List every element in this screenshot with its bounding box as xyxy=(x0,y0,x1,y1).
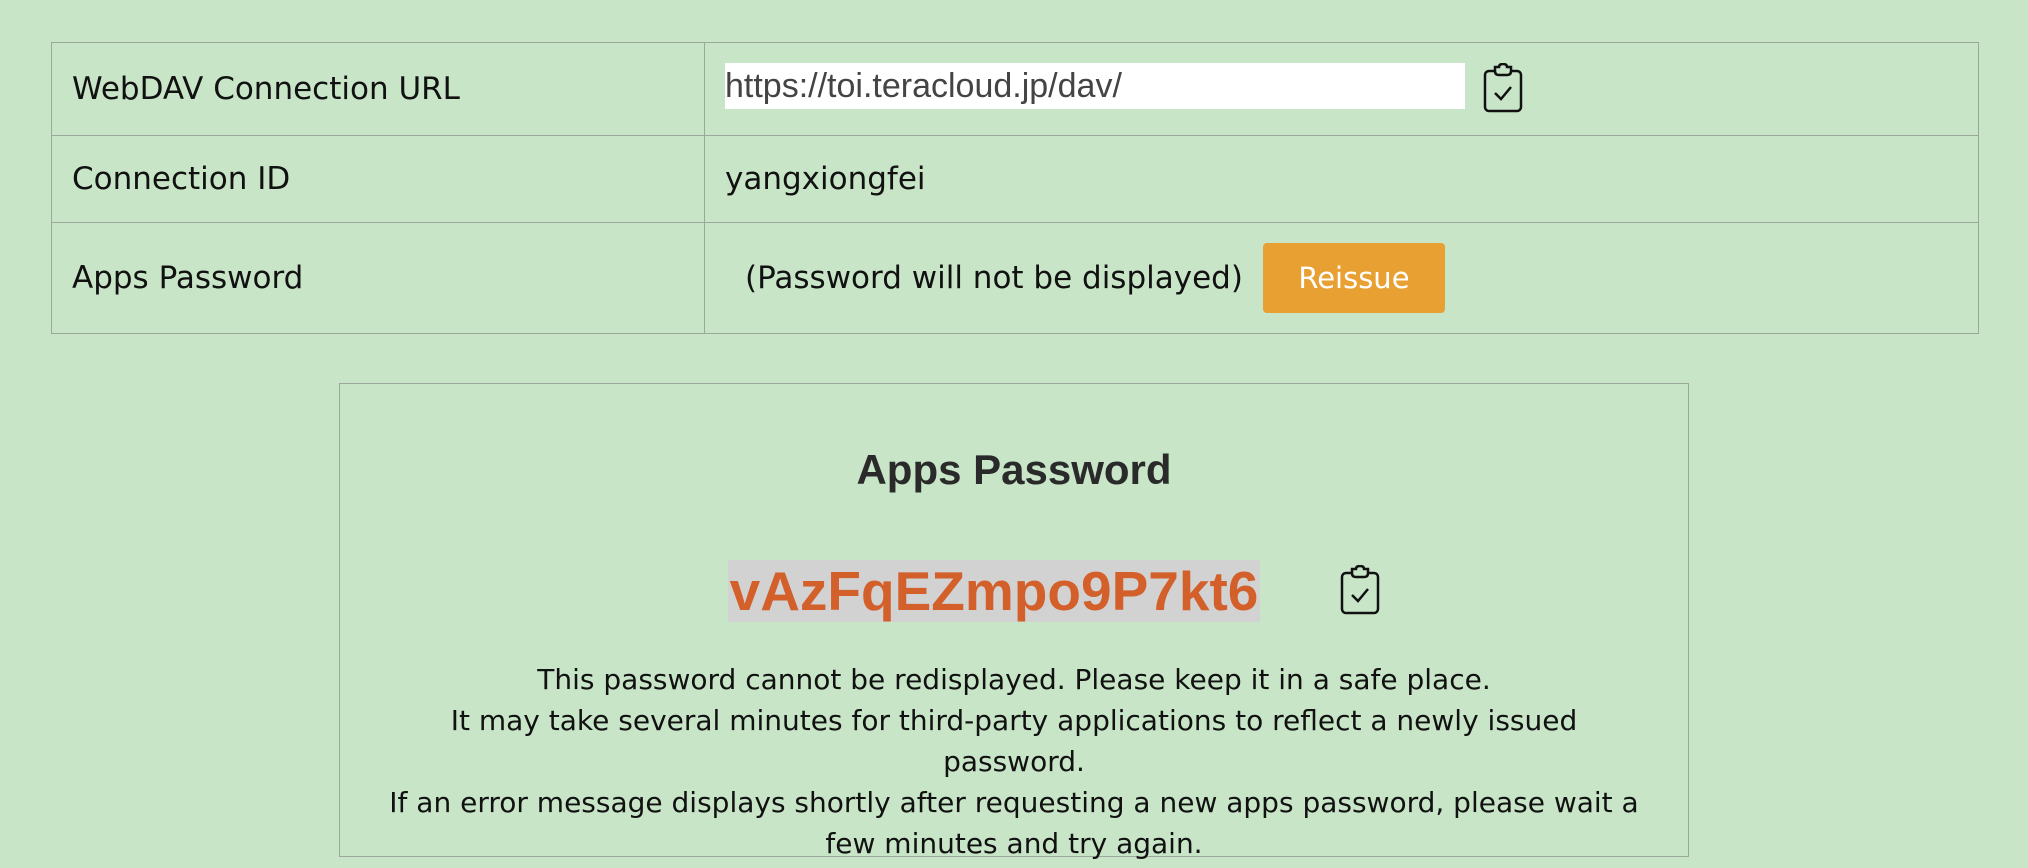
webdav-url-field[interactable] xyxy=(725,63,1465,109)
password-row: vAzFqEZmpo9P7kt6 xyxy=(340,560,1688,622)
apps-password-cell: (Password will not be displayed) Reissue xyxy=(704,222,1979,334)
account-info-table: WebDAV Connection URL Connection ID yang… xyxy=(51,42,1979,334)
clipboard-check-icon xyxy=(1483,62,1523,116)
copy-url-button[interactable] xyxy=(1483,62,1523,116)
connection-id-label: Connection ID xyxy=(51,135,705,223)
notice-line: It may take several minutes for third-pa… xyxy=(450,704,1578,778)
apps-password-label: Apps Password xyxy=(51,222,705,334)
url-value-cell xyxy=(704,42,1979,136)
reissue-button[interactable]: Reissue xyxy=(1262,243,1445,313)
password-hidden-note: (Password will not be displayed) xyxy=(745,260,1243,296)
table-row: WebDAV Connection URL xyxy=(51,42,1979,136)
panel-title: Apps Password xyxy=(856,446,1172,493)
table-row: Connection ID yangxiongfei xyxy=(51,135,1979,223)
table-row: Apps Password (Password will not be disp… xyxy=(51,222,1979,334)
apps-password-panel: Apps Password vAzFqEZmpo9P7kt6 This pass… xyxy=(339,383,1689,860)
notice-line: If an error message displays shortly aft… xyxy=(389,786,1639,860)
generated-password[interactable]: vAzFqEZmpo9P7kt6 xyxy=(727,560,1261,622)
connection-id-value: yangxiongfei xyxy=(704,135,1979,223)
notice-line: This password cannot be redisplayed. Ple… xyxy=(537,663,1491,696)
copy-password-button[interactable] xyxy=(1340,564,1380,618)
url-label: WebDAV Connection URL xyxy=(51,42,705,136)
clipboard-check-icon xyxy=(1340,564,1380,618)
password-notice: This password cannot be redisplayed. Ple… xyxy=(340,659,1688,864)
